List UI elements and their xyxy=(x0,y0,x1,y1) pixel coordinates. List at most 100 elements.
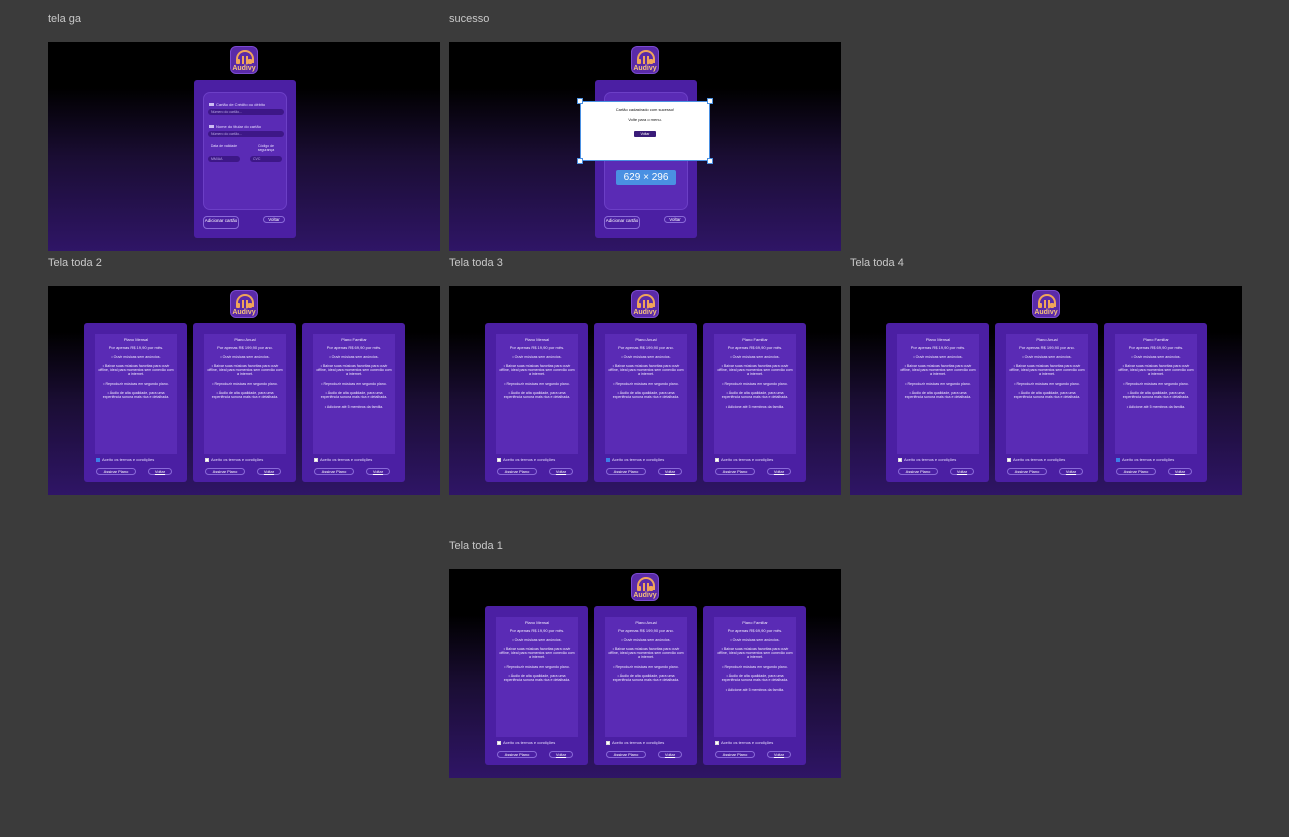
sign-plan-button[interactable]: Assinar Plano xyxy=(497,751,537,758)
frame-tela-toda-1[interactable]: Audivy Plano Mensal Por apenas R$ 19,90 po… xyxy=(449,569,841,778)
terms-checkbox[interactable] xyxy=(497,740,501,745)
terms-checkbox[interactable] xyxy=(205,457,209,462)
terms-label: Aceito os termos e condições xyxy=(320,457,373,462)
terms-row[interactable]: Aceito os termos e condições xyxy=(1007,457,1065,462)
plan-feature: • Baixar suas músicas favoritas para ouv… xyxy=(1118,363,1194,377)
sign-plan-button[interactable]: Assinar Plano xyxy=(898,468,938,475)
terms-checkbox[interactable] xyxy=(497,457,501,462)
terms-label: Aceito os termos e condições xyxy=(503,740,556,745)
sign-plan-button[interactable]: Assinar Plano xyxy=(1007,468,1047,475)
sign-plan-button[interactable]: Assinar Plano xyxy=(715,751,755,758)
plan-price: Por apenas R$ 69,90 por mês. xyxy=(326,345,382,351)
sign-plan-button[interactable]: Assinar Plano xyxy=(497,468,537,475)
back-button[interactable]: Voltar xyxy=(366,468,390,475)
add-card-button[interactable]: Adicionar cartão xyxy=(203,216,239,229)
back-button[interactable]: Voltar xyxy=(767,468,791,475)
plan-feature: • Baixar suas músicas favoritas para ouv… xyxy=(900,363,976,377)
cvc-input[interactable]: CVC xyxy=(250,156,282,162)
plan-title: Plano Anual xyxy=(234,337,256,342)
terms-row[interactable]: Aceito os termos e condições xyxy=(314,457,372,462)
plan-feature: • Reproduzir músicas em segundo plano. xyxy=(504,381,570,386)
plan-feature: • Baixar suas músicas favoritas para ouv… xyxy=(717,646,793,660)
terms-checkbox[interactable] xyxy=(715,740,719,745)
terms-row[interactable]: Aceito os termos e condições xyxy=(96,457,154,462)
frame-tela-toda-3[interactable]: Audivy Plano Mensal Por apenas R$ 19,90 po… xyxy=(449,286,841,495)
back-button[interactable]: Voltar xyxy=(1168,468,1192,475)
plan-feature: • Ouvir músicas sem anúncios. xyxy=(111,354,161,359)
back-button[interactable]: Voltar xyxy=(658,468,682,475)
plan-card-annual: Plano Anual Por apenas R$ 199,90 por ano.… xyxy=(995,323,1098,482)
add-card-button[interactable]: Adicionar cartão xyxy=(604,216,640,229)
success-modal[interactable]: Cartão cadastrado com sucesso! Volte par… xyxy=(580,101,710,161)
terms-row[interactable]: Aceito os termos e condições xyxy=(715,740,773,745)
sign-plan-button[interactable]: Assinar Plano xyxy=(1116,468,1156,475)
plan-title: Plano Anual xyxy=(635,337,657,342)
frame-tela-toda-4[interactable]: Audivy Plano Mensal Por apenas R$ 19,90 po… xyxy=(850,286,1242,495)
terms-checkbox[interactable] xyxy=(606,740,610,745)
terms-row[interactable]: Aceito os termos e condições xyxy=(898,457,956,462)
sign-plan-button[interactable]: Assinar Plano xyxy=(205,468,245,475)
plan-details: Plano Familiar Por apenas R$ 69,90 por mê… xyxy=(1115,334,1197,454)
resize-handle-bottom-left[interactable] xyxy=(577,158,583,164)
plan-feature: • Baixar suas músicas favoritas para ouv… xyxy=(608,363,684,377)
back-button[interactable]: Voltar xyxy=(257,468,281,475)
plan-price: Por apenas R$ 199,90 por ano. xyxy=(1019,345,1075,351)
terms-checkbox[interactable] xyxy=(1007,457,1011,462)
terms-checkbox[interactable] xyxy=(898,457,902,462)
expiry-input[interactable]: MM/AA xyxy=(208,156,240,162)
terms-label: Aceito os termos e condições xyxy=(102,457,155,462)
back-button[interactable]: Voltar xyxy=(767,751,791,758)
holder-name-label: Nome do titular do cartão xyxy=(209,124,261,129)
sign-plan-button[interactable]: Assinar Plano xyxy=(606,468,646,475)
modal-subtitle: Volte para o menu. xyxy=(628,117,662,122)
terms-row[interactable]: Aceito os termos e condições xyxy=(715,457,773,462)
plan-card-annual: Plano Anual Por apenas R$ 199,90 por ano.… xyxy=(193,323,296,482)
back-button[interactable]: Voltar xyxy=(148,468,172,475)
back-button[interactable]: Voltar xyxy=(549,468,573,475)
back-button[interactable]: Voltar xyxy=(549,751,573,758)
terms-label: Aceito os termos e condições xyxy=(1122,457,1175,462)
terms-row[interactable]: Aceito os termos e condições xyxy=(1116,457,1174,462)
frame-tela-toda-2[interactable]: Audivy Plano Mensal Por apenas R$ 19,90 po… xyxy=(48,286,440,495)
sign-plan-button[interactable]: Assinar Plano xyxy=(96,468,136,475)
sign-plan-button[interactable]: Assinar Plano xyxy=(606,751,646,758)
back-button[interactable]: Voltar xyxy=(1059,468,1083,475)
plan-feature: • Reproduzir músicas em segundo plano. xyxy=(1123,381,1189,386)
card-number-input[interactable]: Número do cartão... xyxy=(208,109,284,115)
back-button[interactable]: Voltar xyxy=(263,216,285,223)
terms-row[interactable]: Aceito os termos e condições xyxy=(606,457,664,462)
resize-handle-top-right[interactable] xyxy=(707,98,713,104)
resize-handle-top-left[interactable] xyxy=(577,98,583,104)
terms-label: Aceito os termos e condições xyxy=(1013,457,1066,462)
sign-plan-button[interactable]: Assinar Plano xyxy=(715,468,755,475)
plan-feature: • Reproduzir músicas em segundo plano. xyxy=(321,381,387,386)
terms-checkbox[interactable] xyxy=(1116,457,1120,462)
resize-handle-bottom-right[interactable] xyxy=(707,158,713,164)
plan-feature: • Ouvir músicas sem anúncios. xyxy=(1131,354,1181,359)
terms-row[interactable]: Aceito os termos e condições xyxy=(606,740,664,745)
terms-row[interactable]: Aceito os termos e condições xyxy=(497,457,555,462)
terms-checkbox[interactable] xyxy=(606,457,610,462)
back-button[interactable]: Voltar xyxy=(664,216,686,223)
back-button[interactable]: Voltar xyxy=(658,751,682,758)
frame-sucesso[interactable]: Audivy Adicionar cartão Voltar Cartão ca… xyxy=(449,42,841,251)
terms-label: Aceito os termos e condições xyxy=(503,457,556,462)
terms-row[interactable]: Aceito os termos e condições xyxy=(497,740,555,745)
sign-plan-button[interactable]: Assinar Plano xyxy=(314,468,354,475)
terms-checkbox[interactable] xyxy=(314,457,318,462)
terms-checkbox[interactable] xyxy=(96,457,100,462)
terms-row[interactable]: Aceito os termos e condições xyxy=(205,457,263,462)
modal-back-button[interactable]: Voltar xyxy=(634,131,656,137)
plan-feature: • Áudio de alta qualidade, para uma expe… xyxy=(1013,391,1081,400)
terms-checkbox[interactable] xyxy=(715,457,719,462)
back-button[interactable]: Voltar xyxy=(950,468,974,475)
logo-text: Audivy xyxy=(232,65,256,72)
plan-feature: • Reproduzir músicas em segundo plano. xyxy=(103,381,169,386)
holder-name-input[interactable]: Número do cartão... xyxy=(208,131,284,137)
sound-bars xyxy=(643,300,649,308)
plan-title: Plano Mensal xyxy=(925,337,951,342)
ear-right xyxy=(248,303,252,308)
plan-card-annual: Plano Anual Por apenas R$ 199,90 por ano.… xyxy=(594,606,697,765)
frame-tela-ga[interactable]: Audivy Cartão de Crédito ou débito Númer… xyxy=(48,42,440,251)
plan-title: Plano Anual xyxy=(1036,337,1058,342)
